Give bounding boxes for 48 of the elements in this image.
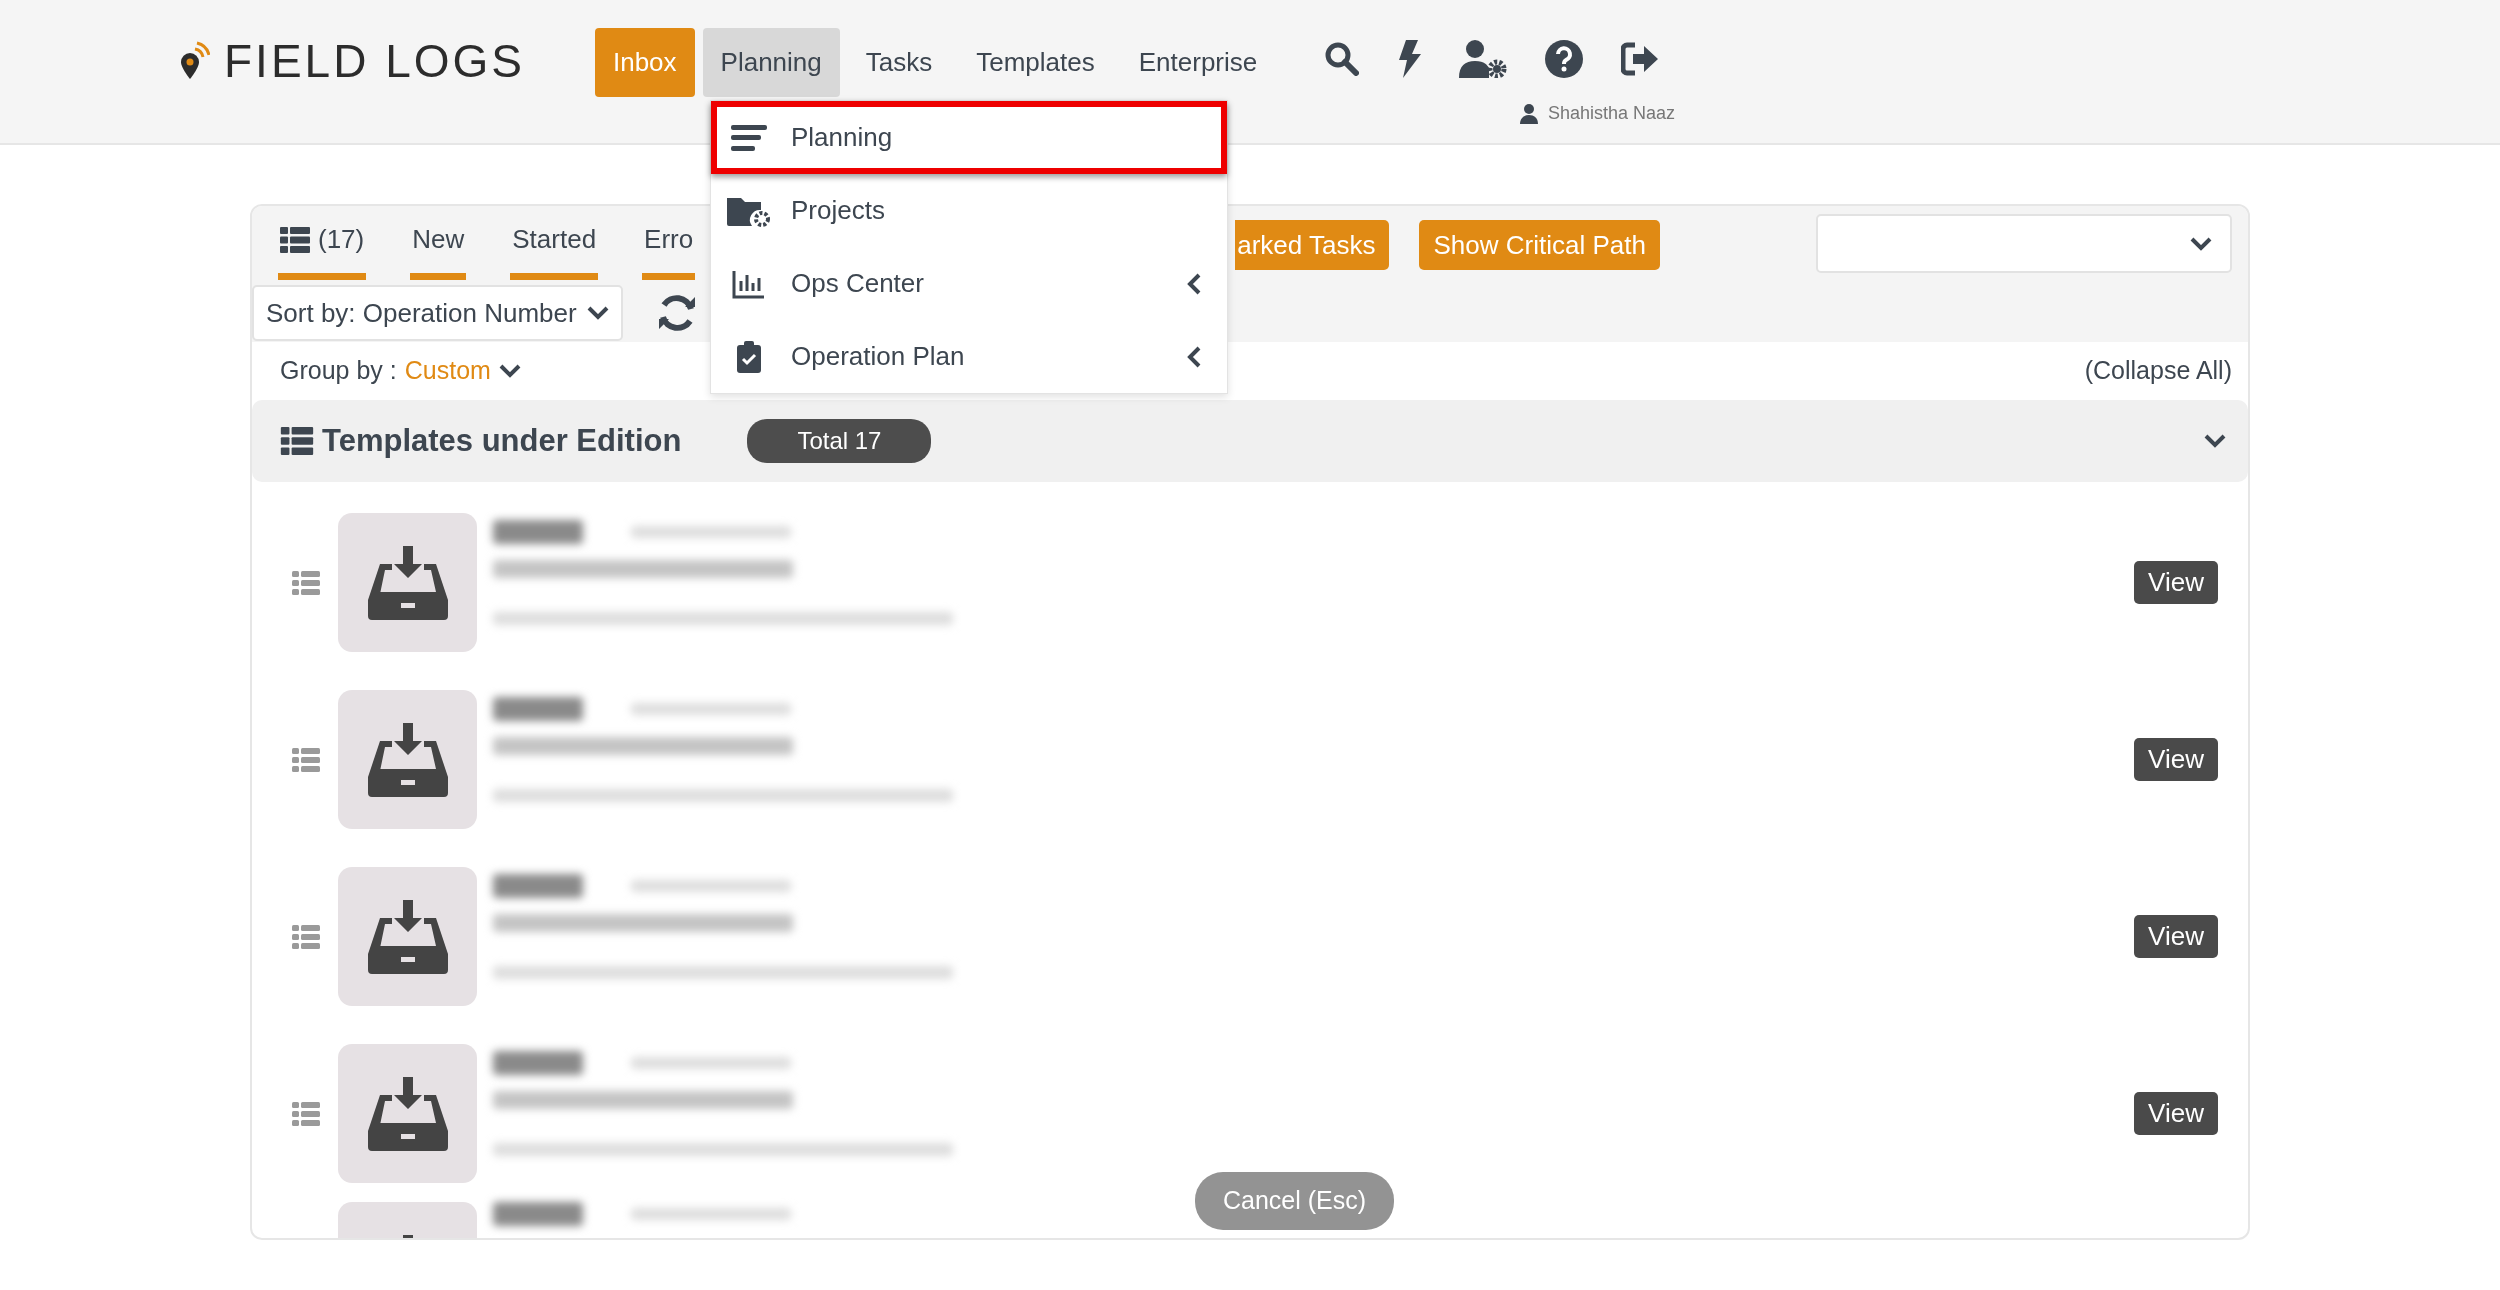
menu-item[interactable]: Projects [711, 174, 1227, 247]
chevron-left-icon [1187, 345, 1201, 368]
help-icon[interactable] [1545, 40, 1584, 78]
lightning-icon[interactable] [1397, 40, 1422, 78]
chevron-left-icon [1187, 272, 1201, 295]
chevron-down-icon[interactable] [2204, 434, 2226, 448]
user-name: Shahistha Naaz [1548, 102, 1676, 125]
status-tab[interactable]: Erro [642, 206, 696, 280]
menu-item[interactable]: Ops Center [711, 247, 1227, 320]
collapse-all-link[interactable]: (Collapse All) [2084, 352, 2232, 390]
view-button[interactable]: View [2134, 1092, 2218, 1135]
chevron-down-icon [2190, 236, 2212, 251]
list-icon [280, 427, 314, 455]
nav-tab[interactable]: Enterprise [1120, 28, 1276, 97]
nav-tab[interactable]: Templates [958, 28, 1113, 97]
chevron-down-icon [498, 364, 521, 378]
group-header[interactable]: Templates under Edition Total 17 [252, 400, 2248, 482]
user-gear-icon[interactable] [1459, 40, 1508, 78]
menu-item[interactable]: Operation Plan [711, 320, 1227, 393]
inbox-tray-icon [367, 545, 448, 620]
group-by-label: Group by : [280, 355, 397, 387]
list-icon [280, 226, 310, 253]
inbox-tray-icon [367, 899, 448, 974]
brand-logo[interactable]: FIELD LOGS [224, 38, 525, 84]
drag-handle-icon[interactable] [292, 747, 320, 772]
bar-chart-icon [732, 268, 766, 299]
location-pin-icon [180, 41, 210, 81]
drag-handle-icon[interactable] [292, 570, 320, 595]
inbox-tray-icon [367, 1076, 448, 1151]
view-button[interactable]: View [2134, 915, 2218, 958]
menu-item[interactable]: Planning [711, 101, 1227, 174]
drag-handle-icon[interactable] [292, 924, 320, 949]
nav-tab[interactable]: Tasks [847, 28, 951, 97]
clipboard-check-icon [736, 339, 762, 374]
user-icon [1520, 103, 1538, 124]
view-button[interactable]: View [2134, 738, 2218, 781]
nav-tab[interactable]: Planning [702, 28, 840, 97]
chevron-down-icon [586, 306, 609, 320]
logout-icon[interactable] [1621, 42, 1660, 76]
sort-dropdown[interactable]: Sort by: Operation Number [252, 285, 623, 341]
view-button[interactable]: View [2134, 561, 2218, 604]
search-icon[interactable] [1325, 42, 1360, 76]
drag-handle-icon[interactable] [292, 1101, 320, 1126]
inbox-tray-icon [367, 722, 448, 797]
total-count: Total 17 [747, 419, 932, 463]
refresh-icon[interactable] [656, 293, 697, 333]
group-title: Templates under Edition [322, 421, 682, 460]
lines-icon [729, 122, 769, 153]
